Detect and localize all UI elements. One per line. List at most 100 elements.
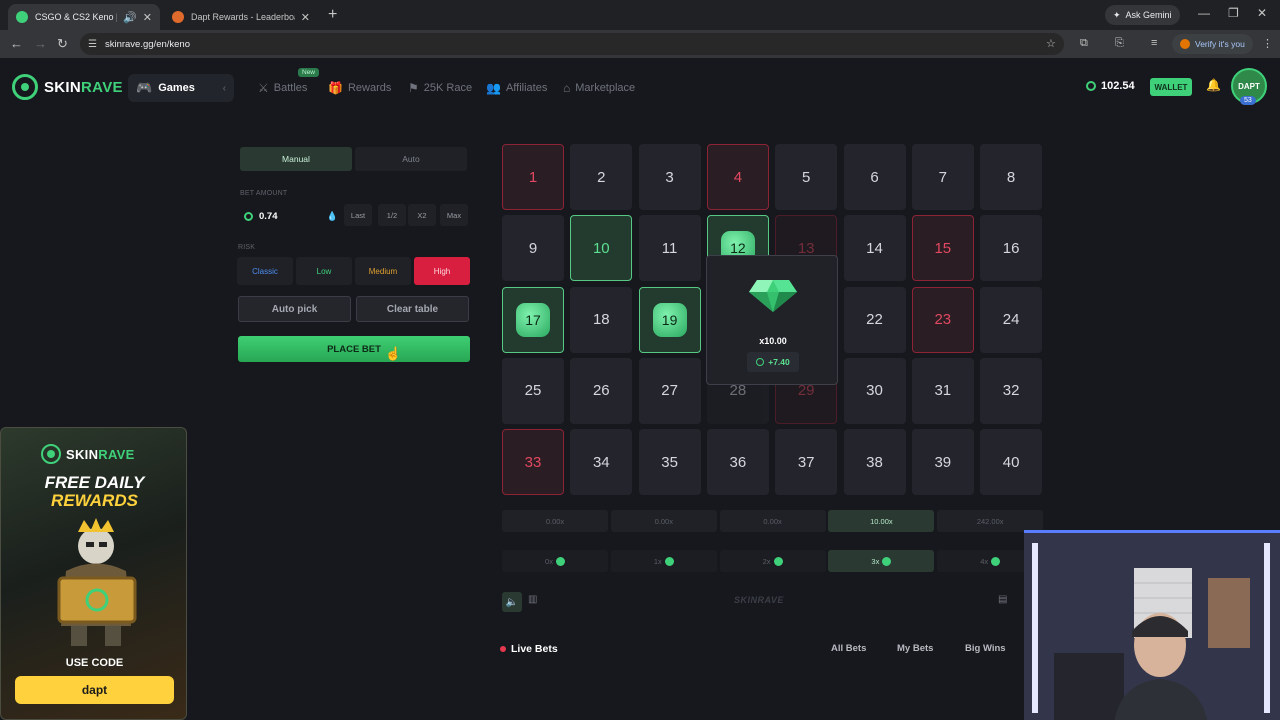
risk-medium-button[interactable]: Medium <box>355 257 411 285</box>
risk-high-button[interactable]: High <box>414 257 470 285</box>
browser-tab-dapt[interactable]: Dapt Rewards - Leaderboards & ✕ <box>164 4 318 30</box>
keno-cell-10[interactable]: 10 <box>570 215 633 282</box>
keno-cell-3[interactable]: 3 <box>638 144 701 210</box>
keno-cell-23[interactable]: 23 <box>911 286 974 353</box>
site-info-icon[interactable]: ☰ <box>88 39 97 50</box>
games-menu-button[interactable]: 🎮 Games ‹ <box>128 74 234 102</box>
tab-manual[interactable]: Manual <box>240 147 352 171</box>
keno-cell-36[interactable]: 36 <box>706 429 769 496</box>
keno-cell-11[interactable]: 11 <box>638 215 701 282</box>
profile-alert-icon <box>1180 39 1190 49</box>
fairness-icon[interactable]: ▤ <box>998 594 1007 605</box>
max-button[interactable]: Max <box>440 204 468 226</box>
nav-rewards[interactable]: 🎁 Rewards <box>328 81 391 95</box>
tab-my-bets[interactable]: My Bets <box>897 643 933 654</box>
keno-cell-34[interactable]: 34 <box>570 429 633 496</box>
promo-banner[interactable]: SKINRAVE FREE DAILY REWARDS USE CODE dap… <box>0 427 187 720</box>
keno-cell-17[interactable]: 17 <box>502 286 564 353</box>
keno-cell-5[interactable]: 5 <box>775 144 838 210</box>
keno-cell-26[interactable]: 26 <box>570 357 633 424</box>
keno-cell-14[interactable]: 14 <box>843 215 906 282</box>
bookmark-star-icon[interactable]: ☆ <box>1046 37 1056 50</box>
tab-auto[interactable]: Auto <box>355 147 467 171</box>
keno-cell-38[interactable]: 38 <box>843 429 906 496</box>
promo-code-button[interactable]: dapt <box>15 676 174 704</box>
keno-cell-9[interactable]: 9 <box>502 215 564 282</box>
new-tab-icon[interactable]: + <box>328 6 337 24</box>
nav-race[interactable]: ⚑ 25K Race <box>408 81 472 95</box>
ask-gemini-button[interactable]: ✦ Ask Gemini <box>1105 5 1180 25</box>
keno-cell-25[interactable]: 25 <box>502 357 564 424</box>
users-icon: 👥 <box>486 81 501 95</box>
browser-menu-icon[interactable]: ⋮ <box>1262 37 1273 50</box>
keno-cell-30[interactable]: 30 <box>843 357 906 424</box>
keno-cell-7[interactable]: 7 <box>911 144 974 210</box>
clear-table-button[interactable]: Clear table <box>356 296 469 322</box>
keno-cell-31[interactable]: 31 <box>911 357 974 424</box>
risk-low-button[interactable]: Low <box>296 257 352 285</box>
nav-marketplace[interactable]: ⌂ Marketplace <box>563 81 635 95</box>
auto-pick-button[interactable]: Auto pick <box>238 296 351 322</box>
keno-cell-4[interactable]: 4 <box>706 144 769 210</box>
address-bar[interactable]: ☰ skinrave.gg/en/keno <box>80 33 1064 55</box>
keno-cell-number: 27 <box>661 382 678 400</box>
tab-mute-icon[interactable]: 🔊 <box>123 11 137 24</box>
forward-icon[interactable]: → <box>34 36 47 51</box>
nav-affiliates[interactable]: 👥 Affiliates <box>486 81 547 95</box>
reload-icon[interactable]: ↻ <box>57 36 68 52</box>
emerald-gem-icon <box>749 280 797 312</box>
gem-dot-icon <box>773 556 783 566</box>
keno-cell-15[interactable]: 15 <box>911 215 974 282</box>
keno-cell-1[interactable]: 1 <box>502 144 564 210</box>
minimize-icon[interactable]: — <box>1198 6 1210 20</box>
promo-title: FREE DAILY REWARDS <box>1 474 186 510</box>
keno-cell-33[interactable]: 33 <box>502 429 564 496</box>
droplet-icon: 💧 <box>326 210 338 221</box>
half-button[interactable]: 1/2 <box>378 204 406 226</box>
sound-icon[interactable]: 🔈 <box>502 592 522 612</box>
verify-profile-button[interactable]: Verify it's you <box>1172 34 1253 54</box>
keno-cell-number: 16 <box>1002 239 1020 257</box>
notifications-bell-icon[interactable]: 🔔 <box>1206 78 1221 92</box>
place-bet-button[interactable]: PLACE BET <box>238 336 470 362</box>
keno-cell-39[interactable]: 39 <box>911 429 974 496</box>
close-window-icon[interactable]: ✕ <box>1257 6 1267 20</box>
screenshot-icon[interactable]: ⎘ <box>1115 37 1124 50</box>
keno-cell-19[interactable]: 19 <box>638 286 701 353</box>
tab-close-icon[interactable]: ✕ <box>143 11 152 24</box>
verify-label: Verify it's you <box>1195 39 1245 49</box>
double-button[interactable]: X2 <box>408 204 436 226</box>
keno-cell-27[interactable]: 27 <box>638 357 701 424</box>
back-icon[interactable]: ← <box>10 36 23 51</box>
browser-tab-keno[interactable]: CSGO & CS2 Keno | Pick Nu 🔊 ✕ <box>8 4 160 30</box>
tab-close-icon[interactable]: ✕ <box>301 11 310 24</box>
keno-cell-number: 33 <box>524 453 542 471</box>
keno-cell-32[interactable]: 32 <box>980 357 1043 424</box>
keno-cell-24[interactable]: 24 <box>980 286 1043 353</box>
keno-cell-22[interactable]: 22 <box>843 286 906 353</box>
keno-cell-35[interactable]: 35 <box>638 429 701 496</box>
stats-icon[interactable]: ▥ <box>528 594 537 605</box>
nav-battles[interactable]: ⚔ Battles <box>258 81 307 95</box>
tab-big-wins[interactable]: Big Wins <box>965 643 1006 654</box>
keno-cell-2[interactable]: 2 <box>570 144 633 210</box>
keno-cell-6[interactable]: 6 <box>843 144 906 210</box>
last-button[interactable]: Last <box>344 204 372 226</box>
tab-all-bets[interactable]: All Bets <box>831 643 866 654</box>
media-controls-icon[interactable]: ≡ <box>1151 37 1157 49</box>
webcam-overlay <box>1024 530 1280 720</box>
bet-amount-input[interactable]: 0.74 💧 <box>238 204 338 228</box>
risk-classic-button[interactable]: Classic <box>237 257 293 285</box>
wallet-button[interactable]: WALLET <box>1150 78 1192 96</box>
keno-cell-18[interactable]: 18 <box>570 286 633 353</box>
site-logo[interactable]: SKINRAVE <box>12 74 123 100</box>
maximize-icon[interactable]: ❐ <box>1228 6 1239 20</box>
keno-cell-40[interactable]: 40 <box>980 429 1043 496</box>
keno-cell-8[interactable]: 8 <box>980 144 1043 210</box>
keno-cell-number: 7 <box>938 168 947 186</box>
promo-character-crate-illustration <box>57 518 137 646</box>
keno-cell-37[interactable]: 37 <box>775 429 838 496</box>
keno-cell-16[interactable]: 16 <box>980 215 1043 282</box>
extensions-icon[interactable]: ⧉ <box>1080 37 1088 50</box>
bet-amount-label: BET AMOUNT <box>240 190 288 197</box>
